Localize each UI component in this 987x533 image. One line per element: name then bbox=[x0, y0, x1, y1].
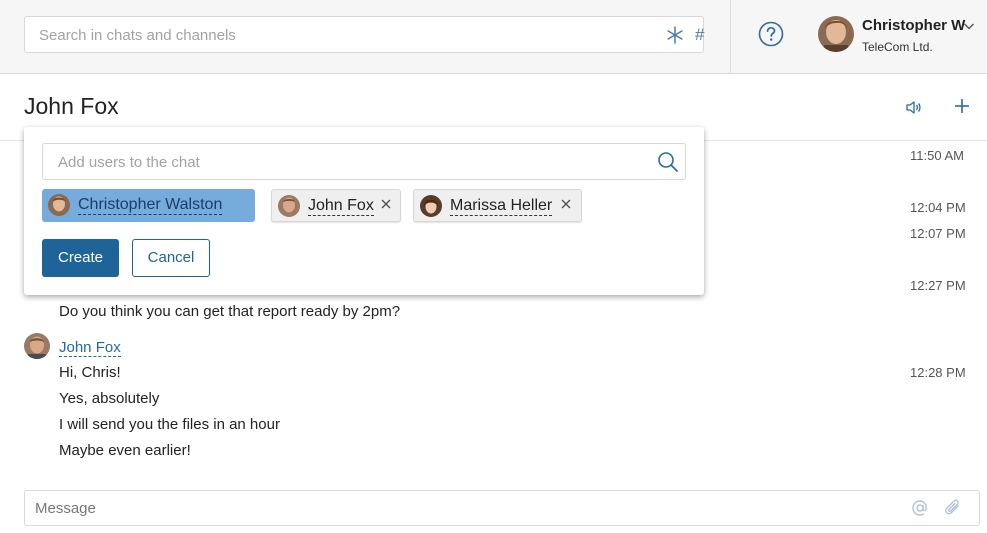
chip-avatar bbox=[48, 194, 70, 216]
sender-name[interactable]: John Fox bbox=[59, 340, 121, 357]
chip-name: Christopher Walston bbox=[78, 196, 223, 215]
user-chip-john-fox[interactable]: John Fox bbox=[271, 189, 401, 222]
message-text: Hi, Chris! bbox=[59, 364, 121, 381]
message-text: Maybe even earlier! bbox=[59, 442, 191, 459]
message-input[interactable]: Message bbox=[24, 490, 980, 526]
message-timestamp: 12:04 PM bbox=[910, 200, 966, 215]
user-company: TeleCom Ltd. bbox=[862, 40, 933, 54]
speaker-icon[interactable] bbox=[905, 99, 922, 116]
top-bar: Search in chats and channels # Christoph… bbox=[0, 0, 987, 74]
sender-avatar[interactable] bbox=[24, 333, 50, 359]
cancel-button[interactable]: Cancel bbox=[132, 239, 210, 277]
message-timestamp: 12:07 PM bbox=[910, 226, 966, 241]
add-icon[interactable] bbox=[954, 98, 970, 114]
asterisk-icon[interactable] bbox=[665, 25, 685, 45]
user-name[interactable]: Christopher W bbox=[862, 17, 965, 34]
search-icon[interactable] bbox=[657, 151, 679, 173]
global-search-input[interactable]: Search in chats and channels # bbox=[24, 16, 704, 53]
message-text: Do you think you can get that report rea… bbox=[59, 303, 401, 320]
chip-avatar bbox=[278, 195, 300, 217]
message-timestamp: 11:50 AM bbox=[910, 148, 964, 163]
chip-name: Marissa Heller bbox=[450, 197, 553, 216]
chevron-down-icon[interactable] bbox=[963, 20, 975, 32]
remove-icon[interactable] bbox=[380, 198, 392, 210]
message-text: Yes, absolutely bbox=[59, 390, 160, 407]
hashtag-icon[interactable]: # bbox=[695, 25, 704, 45]
topbar-divider bbox=[730, 0, 731, 73]
create-button[interactable]: Create bbox=[42, 239, 119, 277]
help-icon[interactable] bbox=[758, 21, 784, 47]
chip-avatar bbox=[420, 195, 442, 217]
attach-icon[interactable] bbox=[944, 498, 962, 518]
user-chip-christopher-walston[interactable]: Christopher Walston bbox=[42, 189, 255, 222]
message-placeholder: Message bbox=[35, 500, 96, 517]
add-users-placeholder: Add users to the chat bbox=[58, 154, 200, 171]
message-timestamp: 12:27 PM bbox=[910, 278, 966, 293]
remove-icon[interactable] bbox=[560, 198, 572, 210]
add-users-popup: Add users to the chat Christopher Walsto… bbox=[24, 127, 704, 295]
mention-icon[interactable] bbox=[911, 499, 929, 517]
global-search-placeholder: Search in chats and channels bbox=[39, 27, 236, 44]
message-timestamp: 12:28 PM bbox=[910, 365, 966, 380]
user-avatar[interactable] bbox=[818, 16, 854, 52]
user-chip-marissa-heller[interactable]: Marissa Heller bbox=[413, 189, 582, 222]
message-text: I will send you the files in an hour bbox=[59, 416, 280, 433]
chip-name: John Fox bbox=[308, 197, 374, 216]
chat-title: John Fox bbox=[24, 93, 119, 119]
add-users-input[interactable]: Add users to the chat bbox=[42, 143, 686, 180]
